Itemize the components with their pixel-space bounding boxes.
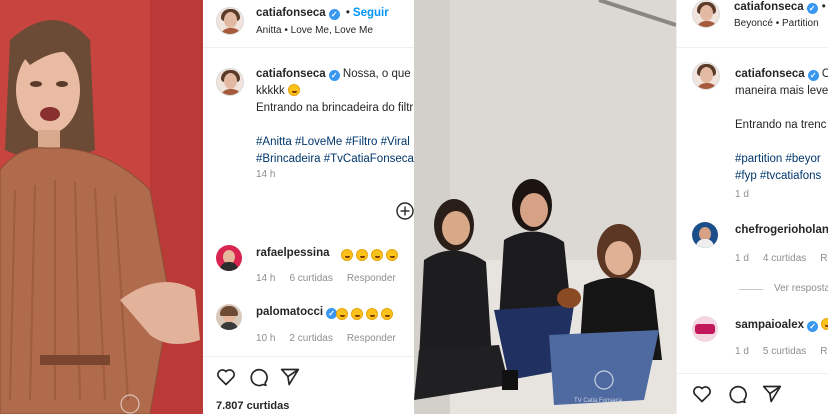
post1-caption-time: 14 h bbox=[256, 169, 276, 180]
caption-line3: Entrando na trenc bbox=[735, 119, 827, 131]
post2-actions bbox=[677, 373, 828, 413]
divider bbox=[739, 289, 763, 290]
caption-username[interactable]: catiafonseca ✓ bbox=[735, 68, 819, 81]
post2-caption: catiafonseca✓ O maneira mais leve Entran… bbox=[735, 66, 828, 185]
post2-audio[interactable]: Beyoncé • Partition bbox=[734, 18, 819, 29]
avatar[interactable] bbox=[216, 304, 242, 330]
comment-emojis bbox=[336, 305, 396, 323]
separator: • bbox=[345, 7, 350, 19]
post1-caption: catiafonseca✓ Nossa, o que se kkkkk Entr… bbox=[256, 66, 414, 168]
post1-actions bbox=[203, 356, 414, 396]
comment-likes[interactable]: 4 curtidas bbox=[763, 253, 806, 264]
avatar[interactable] bbox=[692, 316, 718, 342]
verified-badge-icon: ✓ bbox=[807, 321, 819, 332]
caption-username[interactable]: catiafonseca ✓ bbox=[256, 68, 340, 81]
caption-hashtags-1[interactable]: #partition #beyor bbox=[735, 153, 821, 165]
post1-media[interactable] bbox=[0, 0, 203, 414]
reply-button[interactable]: Responder bbox=[347, 273, 396, 284]
caption-line2: maneira mais leve bbox=[735, 85, 828, 97]
post1-photo bbox=[0, 0, 203, 414]
laughing-emoji-icon bbox=[336, 308, 348, 320]
avatar[interactable] bbox=[692, 222, 718, 248]
comment-bubble-icon[interactable] bbox=[727, 384, 747, 404]
caption-hashtags-2[interactable]: #fyp #tvcatiafons bbox=[735, 170, 821, 182]
laughing-emoji-icon bbox=[341, 249, 353, 261]
comment-bubble-icon[interactable] bbox=[248, 367, 268, 387]
comment-meta: 1 d 4 curtidas Re bbox=[735, 253, 828, 264]
comment-time: 1 d bbox=[735, 253, 749, 264]
view-replies-button[interactable]: Ver resposta bbox=[774, 283, 828, 294]
share-send-icon[interactable] bbox=[762, 384, 782, 404]
reply-button[interactable]: Re bbox=[820, 253, 828, 264]
avatar[interactable] bbox=[692, 62, 720, 90]
post2-watermark: TV Catia Fonseca bbox=[574, 398, 623, 404]
laughing-emoji-icon bbox=[366, 308, 378, 320]
comment-meta: 14 h 6 curtidas Responder bbox=[256, 273, 410, 284]
verified-badge-icon: ✓ bbox=[328, 70, 340, 81]
post1-audio[interactable]: Anitta • Love Me, Love Me bbox=[256, 25, 373, 36]
comment-likes[interactable]: 6 curtidas bbox=[289, 273, 332, 284]
post2-media[interactable]: TV Catia Fonseca bbox=[414, 0, 676, 414]
verified-badge-icon: ✓ bbox=[806, 3, 818, 14]
laughing-emoji-icon bbox=[821, 318, 828, 330]
post2-header: catiafonseca ✓ • Beyoncé • Partition bbox=[677, 0, 828, 48]
post2-header-username[interactable]: catiafonseca ✓ • bbox=[734, 1, 826, 14]
share-send-icon[interactable] bbox=[280, 367, 300, 387]
comment-username[interactable]: rafaelpessina bbox=[256, 247, 330, 259]
avatar[interactable] bbox=[216, 245, 242, 271]
post2-photo: TV Catia Fonseca bbox=[414, 0, 676, 414]
avatar[interactable] bbox=[692, 0, 720, 28]
comment-username[interactable]: chefrogerioholan bbox=[735, 224, 828, 236]
laughing-emoji-icon bbox=[371, 249, 383, 261]
laughing-emoji-icon bbox=[351, 308, 363, 320]
caption-line2: kkkkk bbox=[256, 85, 285, 97]
comment-time: 10 h bbox=[256, 333, 276, 344]
laughing-emoji-icon bbox=[356, 249, 368, 261]
add-circle-icon[interactable] bbox=[396, 202, 414, 220]
verified-badge-icon: ✓ bbox=[328, 9, 340, 20]
caption-line1: Nossa, o que se bbox=[342, 68, 414, 80]
caption-hashtags-2[interactable]: #Brincadeira #TvCatiaFonseca bbox=[256, 153, 414, 165]
laughing-emoji-icon bbox=[287, 84, 300, 96]
follow-button[interactable]: Seguir bbox=[353, 7, 389, 19]
post2-caption-time: 1 d bbox=[735, 189, 749, 200]
comment-username[interactable]: palomatocci ✓ bbox=[256, 306, 338, 319]
post2-sidebar: catiafonseca ✓ • Beyoncé • Partition catia… bbox=[676, 0, 828, 414]
comment-likes[interactable]: 2 curtidas bbox=[289, 333, 332, 344]
separator: • bbox=[821, 1, 826, 13]
reply-button[interactable]: Re bbox=[820, 346, 828, 357]
laughing-emoji-icon bbox=[386, 249, 398, 261]
caption-hashtags-1[interactable]: #Anitta #LoveMe #Filtro #Viral bbox=[256, 136, 410, 148]
comment-likes[interactable]: 5 curtidas bbox=[763, 346, 806, 357]
comment-emojis bbox=[341, 246, 401, 264]
reply-button[interactable]: Responder bbox=[347, 333, 396, 344]
caption-line3: Entrando na brincadeira do filtr bbox=[256, 102, 414, 114]
avatar[interactable] bbox=[216, 7, 244, 35]
comment-time: 14 h bbox=[256, 273, 276, 284]
comment-meta: 1 d 5 curtidas Re bbox=[735, 346, 828, 357]
caption-line1: O bbox=[822, 68, 828, 80]
post1-header: catiafonseca ✓ • Seguir Anitta • Love Me, … bbox=[203, 0, 414, 48]
laughing-emoji-icon bbox=[381, 308, 393, 320]
like-heart-icon[interactable] bbox=[216, 367, 236, 387]
comment-username[interactable]: sampaioalex ✓ bbox=[735, 318, 828, 332]
comment-time: 1 d bbox=[735, 346, 749, 357]
post1-likes-count[interactable]: 7.807 curtidas bbox=[216, 400, 289, 412]
like-heart-icon[interactable] bbox=[692, 384, 712, 404]
avatar[interactable] bbox=[216, 68, 244, 96]
post1-sidebar: catiafonseca ✓ • Seguir Anitta • Love Me, … bbox=[203, 0, 414, 414]
comment-meta: 10 h 2 curtidas Responder bbox=[256, 333, 410, 344]
verified-badge-icon: ✓ bbox=[807, 70, 819, 81]
post1-header-username[interactable]: catiafonseca ✓ • Seguir bbox=[256, 7, 389, 20]
